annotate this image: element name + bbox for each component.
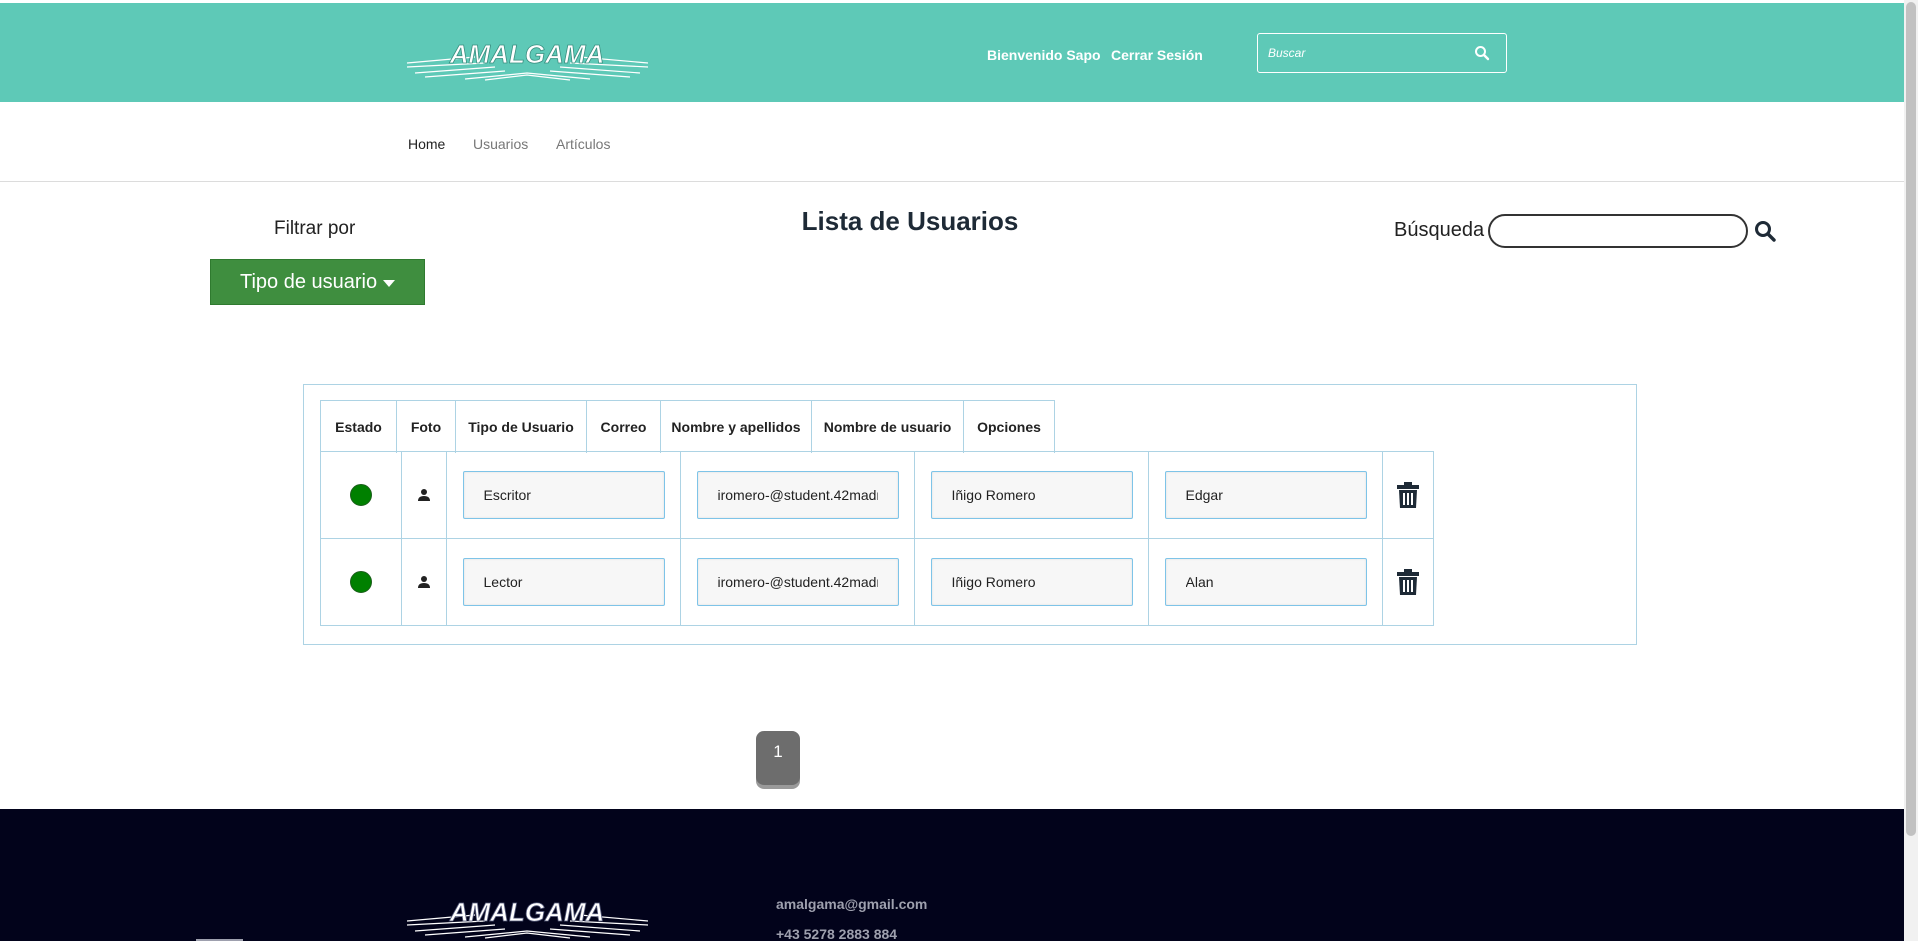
type-cell: [446, 539, 680, 625]
welcome-link[interactable]: Bienvenido Sapo: [987, 47, 1101, 63]
logout-link[interactable]: Cerrar Sesión: [1111, 47, 1203, 63]
trash-icon[interactable]: [1397, 482, 1419, 508]
search-icon[interactable]: [1474, 45, 1490, 61]
nav-active-indicator: [397, 102, 458, 105]
column-header-opciones: Opciones: [963, 401, 1055, 453]
logo-text: AMALGAMA: [449, 39, 605, 69]
footer-phone: +43 5278 2883 884: [776, 926, 898, 941]
nav-item-articulos[interactable]: Artículos: [556, 136, 610, 152]
column-header-correo: Correo: [586, 401, 660, 453]
users-table: Estado Foto Tipo de Usuario Correo Nombr…: [303, 384, 1637, 645]
amalgama-logo[interactable]: AMALGAMA: [405, 33, 650, 81]
email-cell: [680, 539, 914, 625]
email-cell: [680, 452, 914, 538]
full-name-field[interactable]: [930, 558, 1133, 606]
filter-button-label: Tipo de usuario: [240, 270, 378, 293]
photo-cell: [401, 539, 446, 625]
username-cell: [1148, 539, 1382, 625]
type-cell: [446, 452, 680, 538]
pagination-page-button[interactable]: 1: [756, 731, 800, 785]
user-type-field[interactable]: [462, 471, 665, 519]
user-type-filter-dropdown[interactable]: Tipo de usuario: [210, 259, 425, 305]
username-field[interactable]: [1164, 558, 1367, 606]
table-row: [320, 538, 1434, 626]
trash-icon[interactable]: [1397, 569, 1419, 595]
header-search-box: [1257, 33, 1507, 73]
user-icon: [418, 576, 430, 588]
fullname-cell: [914, 539, 1148, 625]
filter-label: Filtrar por: [274, 218, 356, 239]
table-header-row: Estado Foto Tipo de Usuario Correo Nombr…: [320, 400, 1055, 453]
options-cell: [1382, 539, 1434, 625]
search-label: Búsqueda: [1394, 219, 1485, 241]
status-cell: [320, 452, 401, 538]
full-name-field[interactable]: [930, 471, 1133, 519]
site-footer: AMALGAMA amalgama@gmail.com +43 5278 288…: [0, 809, 1904, 941]
user-search-input[interactable]: [1488, 214, 1748, 248]
search-icon[interactable]: [1754, 220, 1776, 242]
nav-item-home[interactable]: Home: [408, 136, 445, 152]
user-icon: [418, 489, 430, 501]
nav-item-usuarios[interactable]: Usuarios: [473, 136, 528, 152]
page-title: Lista de Usuarios: [801, 206, 1019, 236]
status-cell: [320, 539, 401, 625]
user-type-field[interactable]: [462, 558, 665, 606]
logo-text: AMALGAMA: [449, 897, 605, 927]
scrollbar-thumb[interactable]: [1906, 2, 1916, 836]
amalgama-logo[interactable]: AMALGAMA: [405, 891, 650, 939]
caret-down-icon: [383, 279, 396, 287]
main-nav: Home Usuarios Artículos: [0, 102, 1904, 182]
table-row: [320, 451, 1434, 539]
table-body: [320, 451, 1434, 626]
options-cell: [1382, 452, 1434, 538]
column-header-nombre: Nombre y apellidos: [660, 401, 811, 453]
column-header-foto: Foto: [396, 401, 455, 453]
header-search-input[interactable]: [1268, 42, 1463, 64]
footer-email[interactable]: amalgama@gmail.com: [776, 896, 927, 912]
column-header-usuario: Nombre de usuario: [811, 401, 963, 453]
site-header: AMALGAMA Bienvenido Sapo Cerrar Sesión: [0, 3, 1904, 102]
column-header-tipo: Tipo de Usuario: [455, 401, 586, 453]
email-field[interactable]: [696, 558, 899, 606]
photo-cell: [401, 452, 446, 538]
status-active-indicator: [350, 484, 372, 506]
page-scrollbar[interactable]: [1904, 0, 1918, 941]
status-active-indicator: [350, 571, 372, 593]
fullname-cell: [914, 452, 1148, 538]
column-header-estado: Estado: [320, 401, 396, 453]
email-field[interactable]: [696, 471, 899, 519]
username-cell: [1148, 452, 1382, 538]
username-field[interactable]: [1164, 471, 1367, 519]
